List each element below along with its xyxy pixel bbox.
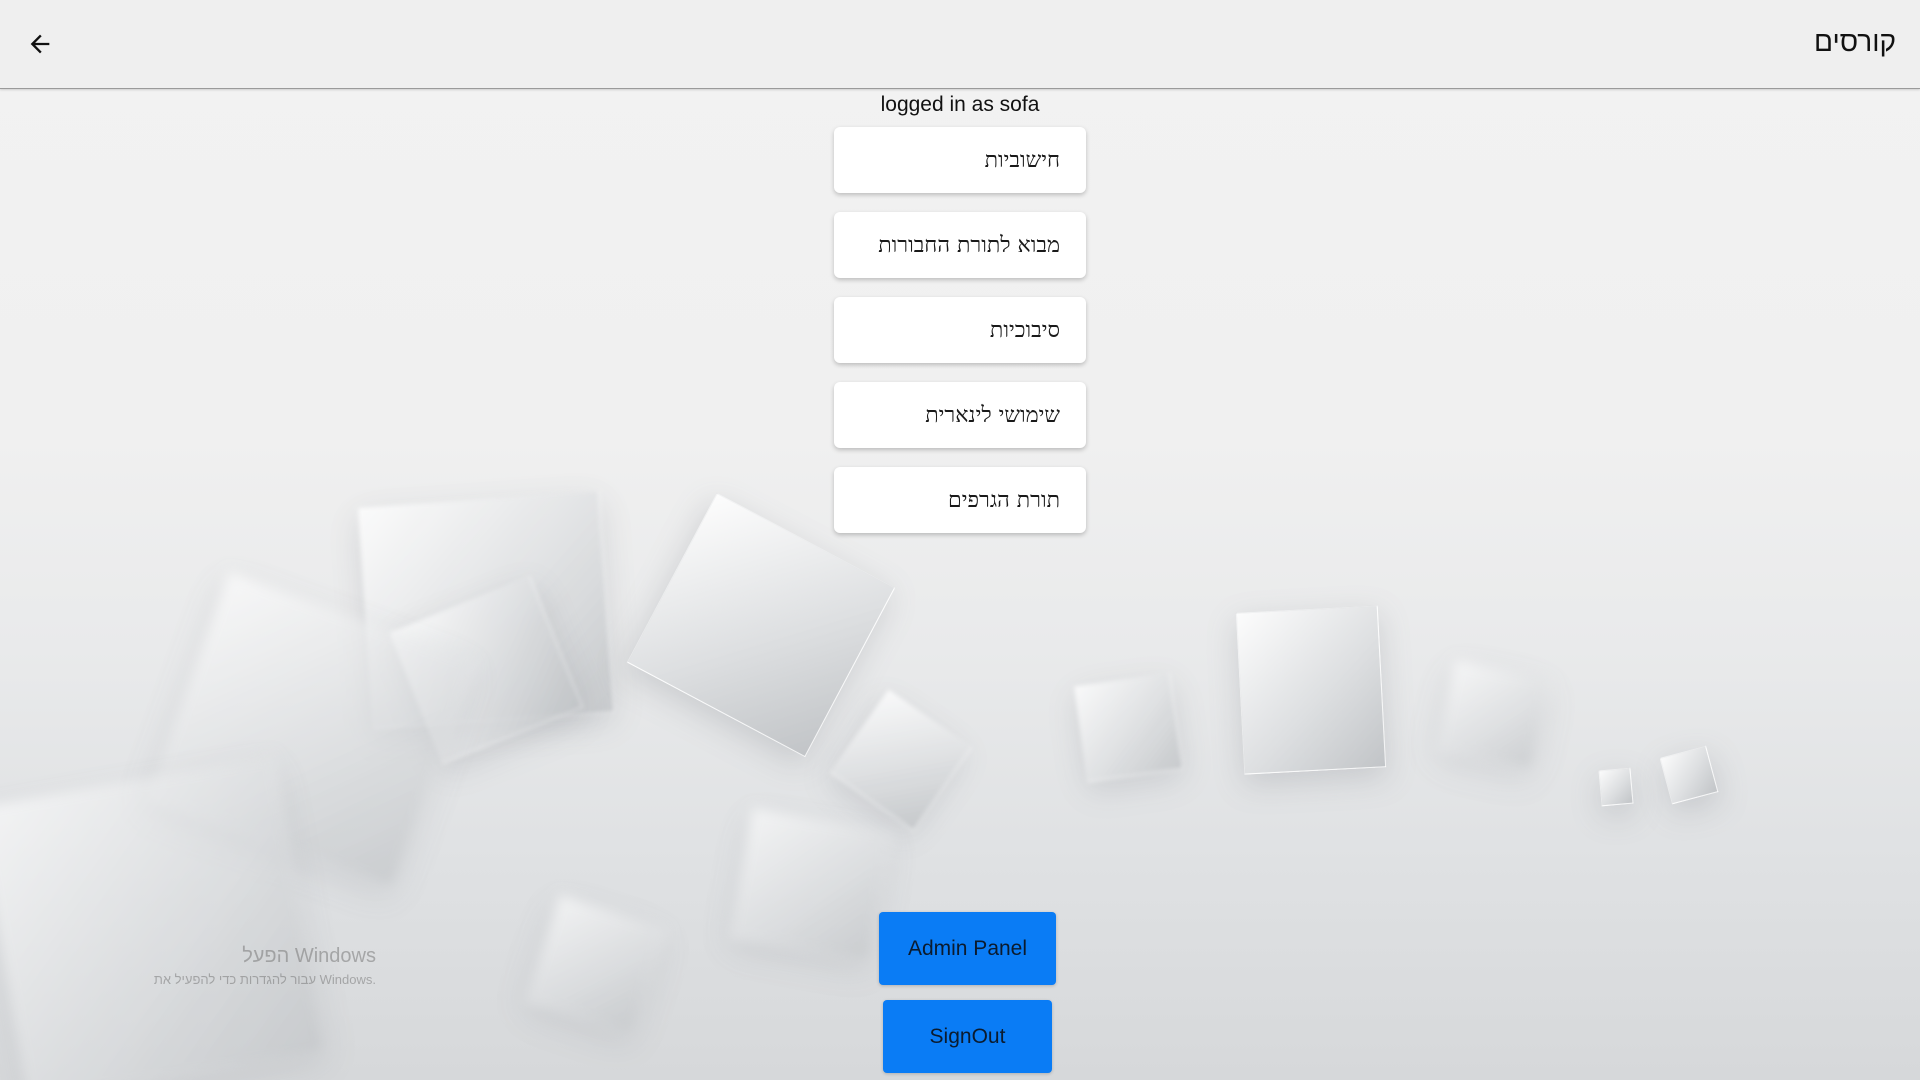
wallpaper-cube <box>829 688 973 832</box>
wallpaper-cube <box>357 490 615 730</box>
wallpaper-cube <box>146 571 476 889</box>
windows-activation-watermark: הפעל Windows עבור להגדרות כדי להפעיל את … <box>96 945 376 987</box>
sign-out-button[interactable]: SignOut <box>883 1000 1052 1073</box>
wallpaper-cube <box>1073 672 1184 783</box>
wallpaper-cube <box>1436 659 1551 771</box>
course-card[interactable]: חישוביות <box>834 127 1086 193</box>
admin-panel-button[interactable]: Admin Panel <box>879 912 1056 985</box>
logged-in-status: logged in as sofa <box>880 93 1040 116</box>
watermark-title: הפעל Windows <box>242 945 376 967</box>
wallpaper-cube <box>1235 605 1387 775</box>
course-card[interactable]: סיבוכיות <box>834 297 1086 363</box>
course-label: שימושי לינארית <box>925 403 1060 428</box>
wallpaper-cube <box>1659 745 1719 805</box>
watermark-subtitle: עבור להגדרות כדי להפעיל את Windows. <box>153 972 376 987</box>
course-label: תורת הגרפים <box>947 488 1060 513</box>
course-card[interactable]: תורת הגרפים <box>834 467 1086 533</box>
wallpaper-cube <box>1598 767 1634 807</box>
wallpaper-cube <box>729 807 893 963</box>
wallpaper-cube <box>0 755 326 1080</box>
course-label: חישוביות <box>984 148 1060 173</box>
app-bar: קורסים <box>0 0 1920 89</box>
course-card[interactable]: שימושי לינארית <box>834 382 1086 448</box>
course-label: סיבוכיות <box>989 318 1060 343</box>
course-list: חישוביות מבוא לתורת החבורות סיבוכיות שימ… <box>834 127 1086 552</box>
page-title: קורסים <box>1814 26 1896 57</box>
course-card[interactable]: מבוא לתורת החבורות <box>834 212 1086 278</box>
back-button[interactable] <box>18 22 62 66</box>
arrow-left-icon <box>30 34 50 54</box>
wallpaper-cube <box>388 575 584 765</box>
wallpaper-cube <box>525 894 667 1036</box>
course-label: מבוא לתורת החבורות <box>878 233 1060 258</box>
